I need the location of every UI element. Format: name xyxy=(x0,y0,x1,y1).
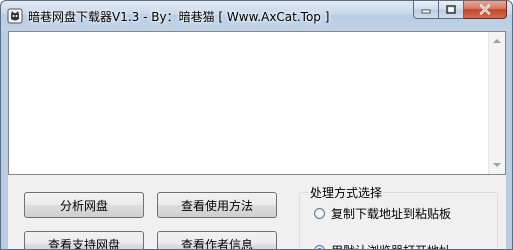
title-bar[interactable]: 暗巷网盘下载器V1.3 - By：暗巷猫 [ Www.AxCat.Top ] xyxy=(1,1,512,31)
supported-drives-button[interactable]: 查看支持网盘 xyxy=(24,231,144,249)
log-textarea[interactable] xyxy=(8,31,506,175)
option-label: 复制下载地址到粘贴板 xyxy=(331,207,452,221)
window-title: 暗巷网盘下载器V1.3 - By：暗巷猫 [ Www.AxCat.Top ] xyxy=(28,10,330,24)
option-copy-to-clipboard[interactable]: 复制下载地址到粘贴板 xyxy=(314,205,451,222)
scroll-down-arrow-icon[interactable] xyxy=(493,163,501,167)
radio-button[interactable] xyxy=(314,208,325,219)
cat-logo-icon xyxy=(7,8,23,24)
maximize-icon xyxy=(446,5,456,14)
minimize-icon xyxy=(421,9,431,13)
close-button[interactable] xyxy=(464,1,507,19)
minimize-button[interactable] xyxy=(413,1,439,19)
maximize-button[interactable] xyxy=(439,1,464,19)
processing-groupbox: 处理方式选择 复制下载地址到粘贴板 用默认浏览器打开地址 xyxy=(299,184,498,249)
option-label: 用默认浏览器打开地址 xyxy=(331,242,451,249)
vertical-scrollbar[interactable] xyxy=(488,32,505,174)
scroll-up-arrow-icon[interactable] xyxy=(493,39,501,43)
processing-group-title: 处理方式选择 xyxy=(309,184,384,201)
radio-button-selected[interactable] xyxy=(314,245,325,249)
control-panel: 分析网盘 查看使用方法 查看支持网盘 查看作者信息 处理方式选择 复制下载地址到… xyxy=(8,175,506,249)
option-open-in-browser[interactable]: 用默认浏览器打开地址 xyxy=(314,242,451,249)
app-window: 暗巷网盘下载器V1.3 - By：暗巷猫 [ Www.AxCat.Top ] 分… xyxy=(0,0,513,250)
author-info-button[interactable]: 查看作者信息 xyxy=(157,231,277,249)
caption-buttons xyxy=(413,1,507,21)
usage-button[interactable]: 查看使用方法 xyxy=(157,192,277,218)
close-icon xyxy=(479,4,491,15)
analyze-button[interactable]: 分析网盘 xyxy=(24,192,144,218)
